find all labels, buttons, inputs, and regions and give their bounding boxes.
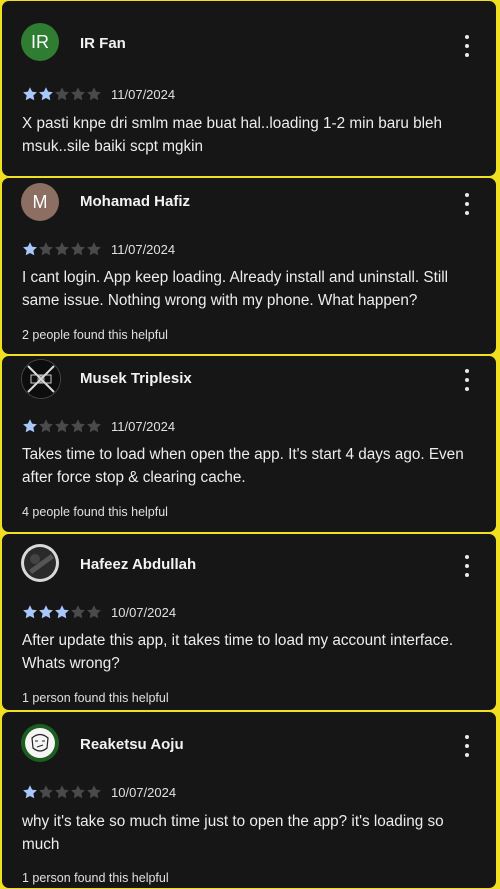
review-card: IR IR Fan 11/07/2024 X pasti knpe dri sm… xyxy=(1,0,497,177)
review-card: Musek Triplesix 11/07/2024 Takes time to… xyxy=(1,355,497,533)
more-options-icon[interactable] xyxy=(464,369,470,391)
more-options-icon[interactable] xyxy=(464,35,470,57)
review-date: 10/07/2024 xyxy=(111,785,177,800)
more-options-icon[interactable] xyxy=(464,735,470,757)
star-empty-icon xyxy=(55,785,69,799)
star-empty-icon xyxy=(87,419,101,433)
star-empty-icon xyxy=(87,785,101,799)
star-filled-icon xyxy=(23,242,37,256)
star-empty-icon xyxy=(87,605,101,619)
review-card: M Mohamad Hafiz 11/07/2024 I cant login.… xyxy=(1,177,497,355)
helpful-count: 1 person found this helpful xyxy=(22,691,169,705)
review-card: Hafeez Abdullah 10/07/2024 After update … xyxy=(1,533,497,711)
star-filled-icon xyxy=(23,419,37,433)
reviewer-name: IR Fan xyxy=(80,35,126,52)
star-empty-icon xyxy=(39,242,53,256)
review-card: Reaketsu Aoju 10/07/2024 why it's take s… xyxy=(1,711,497,889)
star-empty-icon xyxy=(71,785,85,799)
reviewer-name: Reaketsu Aoju xyxy=(80,736,184,753)
review-text: After update this app, it takes time to … xyxy=(22,632,454,672)
star-empty-icon xyxy=(39,419,53,433)
avatar[interactable]: M xyxy=(21,183,59,221)
avatar[interactable] xyxy=(21,544,59,582)
star-empty-icon xyxy=(71,242,85,256)
review-date: 11/07/2024 xyxy=(111,419,176,434)
avatar-initials: M xyxy=(32,191,48,212)
star-filled-icon xyxy=(23,605,37,619)
star-empty-icon xyxy=(87,242,101,256)
review-text: I cant login. App keep loading. Already … xyxy=(22,269,449,309)
reviewer-name: Mohamad Hafiz xyxy=(80,193,191,210)
star-filled-icon xyxy=(39,605,53,619)
avatar-drawing-icon xyxy=(21,724,59,762)
star-rating xyxy=(22,86,102,102)
star-rating xyxy=(22,784,102,800)
star-rating xyxy=(22,604,102,620)
star-filled-icon xyxy=(39,87,53,101)
star-empty-icon xyxy=(87,87,101,101)
review-date: 11/07/2024 xyxy=(111,242,176,257)
star-filled-icon xyxy=(55,605,69,619)
star-filled-icon xyxy=(23,87,37,101)
reviewer-name: Hafeez Abdullah xyxy=(80,556,197,573)
star-empty-icon xyxy=(71,87,85,101)
avatar[interactable] xyxy=(21,359,61,399)
avatar-initials: IR xyxy=(31,31,49,52)
avatar[interactable] xyxy=(21,724,59,762)
avatar-photo-icon xyxy=(21,544,59,582)
star-empty-icon xyxy=(55,419,69,433)
avatar-logo-icon xyxy=(22,360,60,398)
reviewer-name: Musek Triplesix xyxy=(80,370,192,387)
more-options-icon[interactable] xyxy=(464,193,470,215)
helpful-count: 4 people found this helpful xyxy=(22,505,168,519)
review-date: 10/07/2024 xyxy=(111,605,177,620)
more-options-icon[interactable] xyxy=(464,555,470,577)
helpful-count: 1 person found this helpful xyxy=(22,871,169,885)
star-empty-icon xyxy=(55,242,69,256)
star-rating xyxy=(22,418,102,434)
star-empty-icon xyxy=(39,785,53,799)
review-text: X pasti knpe dri smlm mae buat hal..load… xyxy=(22,115,443,155)
star-filled-icon xyxy=(23,785,37,799)
star-empty-icon xyxy=(71,605,85,619)
avatar[interactable]: IR xyxy=(21,23,59,61)
star-rating xyxy=(22,241,102,257)
review-date: 11/07/2024 xyxy=(111,87,176,102)
star-empty-icon xyxy=(71,419,85,433)
star-empty-icon xyxy=(55,87,69,101)
helpful-count: 2 people found this helpful xyxy=(22,328,168,342)
review-text: Takes time to load when open the app. It… xyxy=(22,446,464,486)
review-text: why it's take so much time just to open … xyxy=(22,813,444,853)
